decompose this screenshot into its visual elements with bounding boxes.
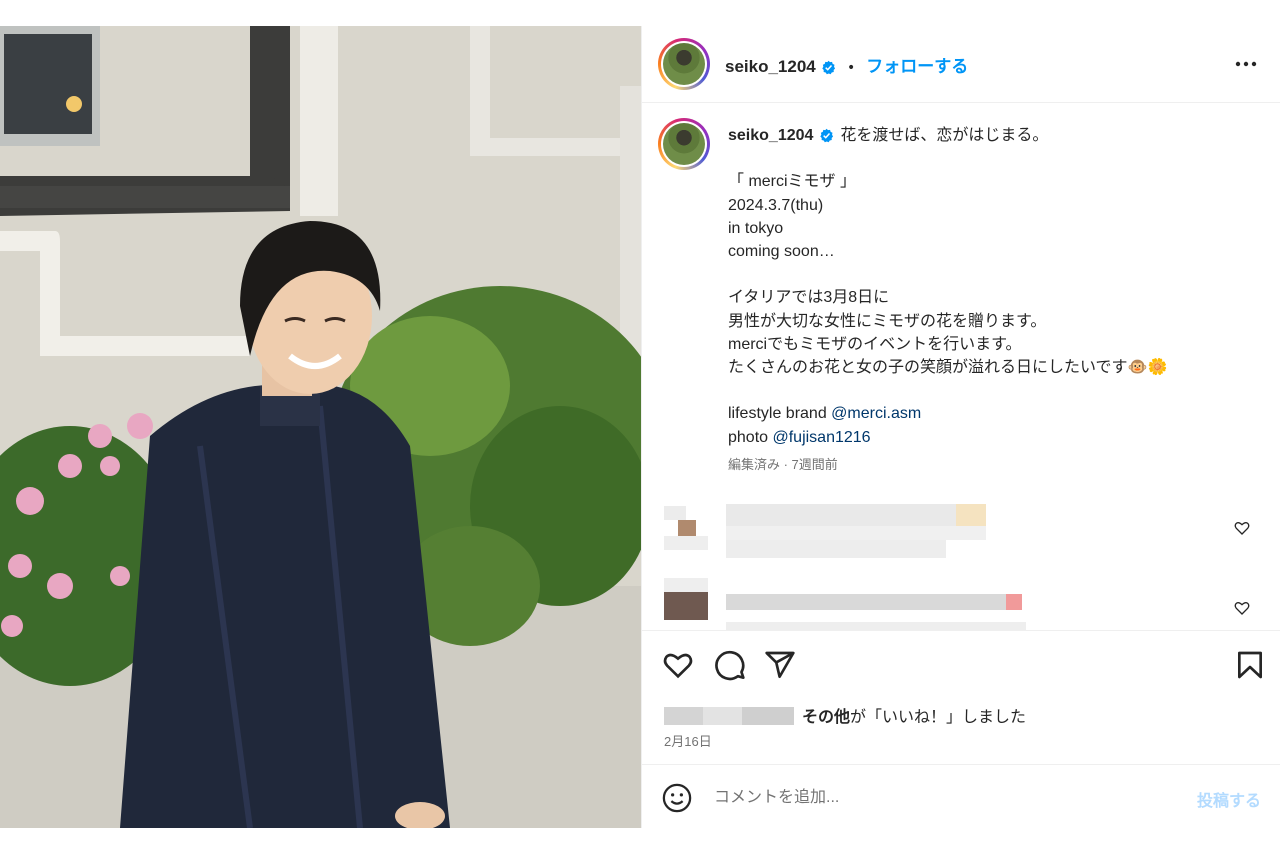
caption-username[interactable]: seiko_1204: [728, 127, 813, 144]
caption-brand-line: lifestyle brand @merci.asm: [728, 402, 1248, 425]
comment-row-blurred: [664, 502, 1264, 562]
share-icon[interactable]: [764, 649, 796, 681]
caption-avatar[interactable]: [658, 118, 710, 170]
comment-input[interactable]: [714, 783, 1154, 813]
comment-like-icon[interactable]: [1234, 600, 1250, 616]
follow-button[interactable]: フォローする: [866, 57, 968, 76]
likers-blurred: [664, 707, 794, 725]
caption-line: 2024.3.7(thu): [728, 196, 824, 214]
brand-prefix: lifestyle brand: [728, 405, 832, 423]
bookmark-icon[interactable]: [1234, 649, 1266, 681]
likes-summary[interactable]: その他が「いいね！」しました: [664, 703, 1026, 727]
caption-line: [728, 263, 1248, 286]
post-date[interactable]: 2月16日: [664, 731, 712, 750]
author-avatar[interactable]: [658, 38, 710, 90]
post-side-panel: seiko_1204 • フォローする seiko_1204 花を渡せば、恋がはじ…: [641, 26, 1280, 828]
header-username[interactable]: seiko_1204: [725, 57, 816, 76]
photo-prefix: photo: [728, 428, 773, 446]
caption-photo-line: photo @fujisan1216: [728, 426, 1248, 449]
caption-line: [728, 147, 1248, 170]
caption-meta: 編集済み · 7週間前: [728, 457, 838, 472]
caption-line: たくさんのお花と女の子の笑顔が溢れる日にしたいです🐵🌼: [728, 359, 1168, 376]
post-actions: その他が「いいね！」しました 2月16日: [642, 630, 1280, 764]
caption-line: merciでもミモザのイベントを行います。: [728, 335, 1022, 353]
caption-line: [728, 379, 1248, 402]
brand-mention-link[interactable]: @merci.asm: [831, 405, 921, 422]
caption-line: in tokyo: [728, 219, 784, 237]
caption-line: coming soon…: [728, 243, 835, 260]
caption-line: 「 merciミモザ 」: [728, 173, 857, 191]
likes-suffix: が「いいね！」しました: [850, 709, 1027, 726]
photo-illustration: [0, 26, 641, 828]
comment-bar: 投稿する: [642, 764, 1280, 828]
emoji-icon[interactable]: [662, 783, 692, 813]
post-comment-button[interactable]: 投稿する: [1197, 787, 1261, 811]
photo-mention-link[interactable]: @fujisan1216: [772, 429, 870, 446]
verified-badge-icon: [820, 129, 834, 143]
verified-badge-icon: [822, 60, 835, 75]
more-options-icon[interactable]: [1233, 52, 1259, 76]
comment-icon[interactable]: [714, 649, 746, 681]
comment-like-icon[interactable]: [1234, 520, 1250, 536]
header-user-row: seiko_1204 • フォローする: [725, 52, 968, 77]
caption-line: イタリアでは3月8日に: [728, 289, 890, 307]
likes-others[interactable]: その他: [802, 709, 850, 726]
caption-line: 男性が大切な女性にミモザの花を贈ります。: [728, 312, 1047, 330]
caption-first-line: 花を渡せば、恋がはじまる。: [840, 127, 1049, 144]
comment-row-blurred: [664, 578, 1264, 630]
post-photo[interactable]: [0, 26, 641, 828]
header-separator: •: [846, 60, 856, 76]
caption-text: seiko_1204 花を渡せば、恋がはじまる。 「 merciミモザ 」 202…: [728, 124, 1248, 449]
post-dialog: seiko_1204 • フォローする seiko_1204 花を渡せば、恋がはじ…: [0, 26, 1280, 828]
heart-icon[interactable]: [662, 649, 694, 681]
post-header: seiko_1204 • フォローする: [642, 26, 1280, 103]
